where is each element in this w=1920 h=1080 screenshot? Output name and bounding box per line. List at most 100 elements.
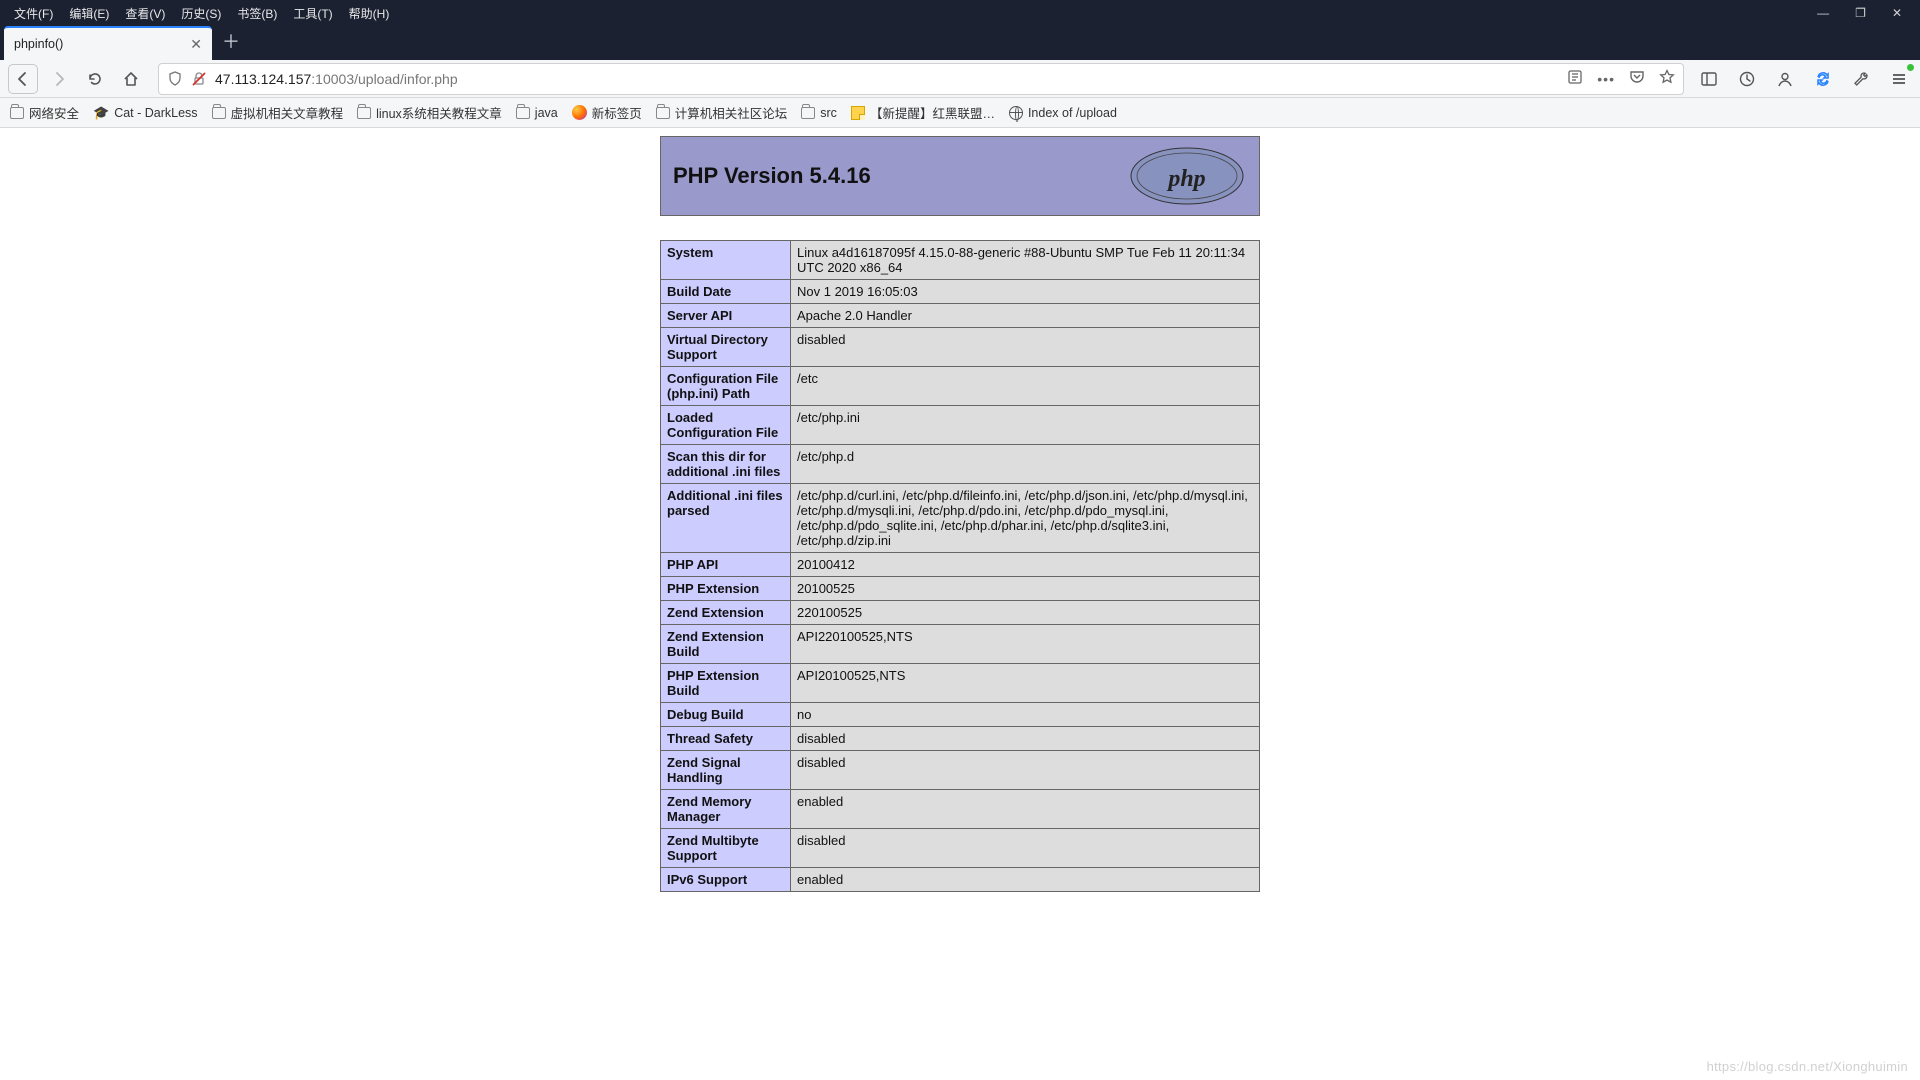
tracking-shield-icon[interactable] bbox=[167, 71, 183, 87]
tab-active[interactable]: phpinfo() ✕ bbox=[4, 26, 212, 60]
folder-icon bbox=[656, 107, 670, 119]
menu-history[interactable]: 历史(S) bbox=[173, 2, 229, 25]
info-key: Build Date bbox=[661, 280, 791, 304]
info-value: /etc/php.d bbox=[791, 445, 1260, 484]
reader-mode-icon[interactable] bbox=[1567, 69, 1583, 88]
table-row: Zend Extension BuildAPI220100525,NTS bbox=[661, 625, 1260, 664]
bookmark-label: linux系统相关教程文章 bbox=[376, 103, 502, 122]
menu-view[interactable]: 查看(V) bbox=[117, 2, 173, 25]
bookmark-item[interactable]: 网络安全 bbox=[10, 103, 79, 122]
table-row: PHP API20100412 bbox=[661, 553, 1260, 577]
bookmark-label: Index of /upload bbox=[1028, 106, 1117, 120]
php-version-title: PHP Version 5.4.16 bbox=[673, 163, 871, 189]
tab-strip: phpinfo() ✕ ＋ bbox=[0, 26, 1920, 60]
info-key: Scan this dir for additional .ini files bbox=[661, 445, 791, 484]
info-value: disabled bbox=[791, 328, 1260, 367]
bookmark-item[interactable]: 计算机相关社区论坛 bbox=[656, 103, 788, 122]
bookmark-label: Cat - DarkLess bbox=[114, 106, 197, 120]
info-key: Zend Signal Handling bbox=[661, 751, 791, 790]
sync-icon[interactable] bbox=[1810, 66, 1836, 92]
back-button[interactable] bbox=[8, 64, 38, 94]
home-button[interactable] bbox=[116, 64, 146, 94]
info-key: Zend Extension Build bbox=[661, 625, 791, 664]
app-menu-icon[interactable] bbox=[1886, 66, 1912, 92]
bookmark-item[interactable]: 【新提醒】红黑联盟… bbox=[851, 103, 995, 122]
folder-icon bbox=[212, 107, 226, 119]
menu-help[interactable]: 帮助(H) bbox=[341, 2, 398, 25]
menu-edit[interactable]: 编辑(E) bbox=[61, 2, 117, 25]
page-actions-icon[interactable]: ••• bbox=[1597, 71, 1615, 87]
urlbar-actions: ••• bbox=[1567, 69, 1675, 88]
table-row: SystemLinux a4d16187095f 4.15.0-88-gener… bbox=[661, 241, 1260, 280]
url-text: 47.113.124.157:10003/upload/infor.php bbox=[215, 71, 458, 87]
bookmark-item[interactable]: 🎓 Cat - DarkLess bbox=[93, 105, 198, 121]
info-key: System bbox=[661, 241, 791, 280]
folder-icon bbox=[516, 107, 530, 119]
table-row: Server APIApache 2.0 Handler bbox=[661, 304, 1260, 328]
pocket-icon[interactable] bbox=[1629, 69, 1645, 88]
folder-icon bbox=[357, 107, 371, 119]
url-bar[interactable]: 47.113.124.157:10003/upload/infor.php ••… bbox=[158, 63, 1684, 95]
table-row: Configuration File (php.ini) Path/etc bbox=[661, 367, 1260, 406]
globe-icon bbox=[1009, 106, 1023, 120]
bookmark-label: src bbox=[820, 106, 837, 120]
window-controls: — ❐ ✕ bbox=[1817, 6, 1914, 20]
folder-icon bbox=[10, 107, 24, 119]
bookmark-label: 网络安全 bbox=[29, 103, 79, 122]
info-key: Debug Build bbox=[661, 703, 791, 727]
info-value: 20100412 bbox=[791, 553, 1260, 577]
info-value: 220100525 bbox=[791, 601, 1260, 625]
info-key: PHP Extension bbox=[661, 577, 791, 601]
info-key: Thread Safety bbox=[661, 727, 791, 751]
bookmark-item[interactable]: linux系统相关教程文章 bbox=[357, 103, 502, 122]
php-logo-icon: php bbox=[1127, 144, 1247, 208]
info-value: API220100525,NTS bbox=[791, 625, 1260, 664]
tab-close-icon[interactable]: ✕ bbox=[190, 36, 202, 53]
forward-button[interactable] bbox=[44, 64, 74, 94]
bookmark-item[interactable]: 新标签页 bbox=[572, 103, 642, 122]
new-tab-button[interactable]: ＋ bbox=[212, 24, 250, 60]
info-key: Loaded Configuration File bbox=[661, 406, 791, 445]
info-value: disabled bbox=[791, 751, 1260, 790]
table-row: Build DateNov 1 2019 16:05:03 bbox=[661, 280, 1260, 304]
sidebar-toggle-icon[interactable] bbox=[1696, 66, 1722, 92]
info-value: no bbox=[791, 703, 1260, 727]
info-key: IPv6 Support bbox=[661, 868, 791, 892]
window-close-icon[interactable]: ✕ bbox=[1892, 6, 1902, 20]
url-host: 47.113.124.157 bbox=[215, 71, 311, 87]
table-row: PHP Extension20100525 bbox=[661, 577, 1260, 601]
info-key: PHP API bbox=[661, 553, 791, 577]
bookmark-star-icon[interactable] bbox=[1659, 69, 1675, 88]
table-row: IPv6 Supportenabled bbox=[661, 868, 1260, 892]
info-value: /etc/php.ini bbox=[791, 406, 1260, 445]
info-key: Virtual Directory Support bbox=[661, 328, 791, 367]
graduation-icon: 🎓 bbox=[93, 105, 109, 121]
info-value: enabled bbox=[791, 868, 1260, 892]
dev-wrench-icon[interactable] bbox=[1848, 66, 1874, 92]
bookmark-label: 【新提醒】红黑联盟… bbox=[870, 103, 995, 122]
history-clock-icon[interactable] bbox=[1734, 66, 1760, 92]
bookmark-item[interactable]: Index of /upload bbox=[1009, 106, 1117, 120]
nav-toolbar: 47.113.124.157:10003/upload/infor.php ••… bbox=[0, 60, 1920, 98]
menu-file[interactable]: 文件(F) bbox=[6, 2, 61, 25]
table-row: Scan this dir for additional .ini files/… bbox=[661, 445, 1260, 484]
table-row: Zend Memory Managerenabled bbox=[661, 790, 1260, 829]
bookmark-item[interactable]: java bbox=[516, 106, 558, 120]
info-value: 20100525 bbox=[791, 577, 1260, 601]
info-value: /etc/php.d/curl.ini, /etc/php.d/fileinfo… bbox=[791, 484, 1260, 553]
bookmark-item[interactable]: 虚拟机相关文章教程 bbox=[212, 103, 344, 122]
page-content[interactable]: PHP Version 5.4.16 php SystemLinux a4d16… bbox=[0, 128, 1920, 1080]
table-row: Additional .ini files parsed/etc/php.d/c… bbox=[661, 484, 1260, 553]
menu-bookmarks[interactable]: 书签(B) bbox=[229, 2, 285, 25]
window-maximize-icon[interactable]: ❐ bbox=[1855, 6, 1866, 20]
account-icon[interactable] bbox=[1772, 66, 1798, 92]
note-icon bbox=[851, 106, 865, 120]
phpinfo-header: PHP Version 5.4.16 php bbox=[660, 136, 1260, 216]
table-row: Zend Extension220100525 bbox=[661, 601, 1260, 625]
menu-tools[interactable]: 工具(T) bbox=[285, 2, 340, 25]
toolbar-right bbox=[1696, 66, 1912, 92]
bookmark-item[interactable]: src bbox=[801, 106, 837, 120]
info-key: Zend Multibyte Support bbox=[661, 829, 791, 868]
window-minimize-icon[interactable]: — bbox=[1817, 6, 1829, 20]
reload-button[interactable] bbox=[80, 64, 110, 94]
